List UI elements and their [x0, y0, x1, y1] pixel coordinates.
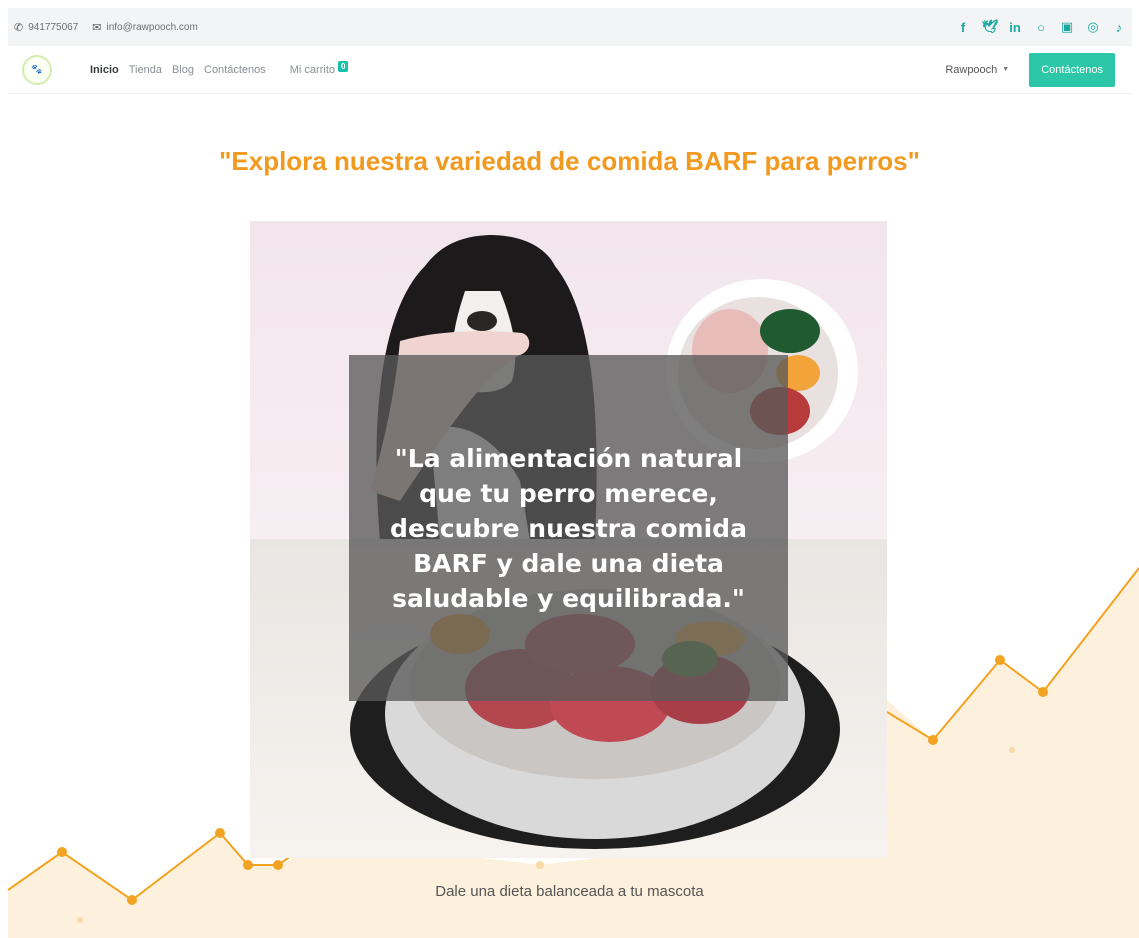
deco-faint-point	[536, 861, 544, 869]
social-links: f 🕊 in ○ ▣ ◎ ♪	[956, 19, 1126, 35]
cart-count-badge: 0	[338, 61, 349, 72]
caret-down-icon: ▼	[1002, 66, 1010, 73]
phone-icon: ✆	[14, 21, 24, 34]
deco-point	[273, 860, 283, 870]
deco-point	[928, 735, 938, 745]
nav-link-blog[interactable]: Blog	[172, 64, 194, 76]
envelope-icon: ✉	[92, 21, 102, 34]
nav-link-tienda[interactable]: Tienda	[129, 64, 162, 76]
twitter-icon[interactable]: 🕊	[982, 19, 999, 35]
brand-logo[interactable]: 🐾	[22, 54, 52, 85]
email-contact[interactable]: ✉ info@rawpooch.com	[92, 21, 198, 34]
deco-point	[1038, 687, 1048, 697]
dropdown-label: Rawpooch	[945, 63, 998, 76]
nav-links: Inicio Tienda Blog Contáctenos Mi carrit…	[90, 61, 349, 76]
deco-faint-point	[1009, 747, 1015, 753]
top-info-bar: ✆ 941775067 ✉ info@rawpooch.com f 🕊 in ○…	[8, 8, 1132, 46]
dog-logo-icon: 🐾	[31, 64, 43, 74]
linkedin-icon[interactable]: in	[1008, 20, 1022, 35]
phone-number: 941775067	[28, 21, 79, 33]
deco-point	[215, 828, 225, 838]
deco-point	[243, 860, 253, 870]
nav-link-inicio[interactable]: Inicio	[90, 64, 119, 76]
nav-link-cart[interactable]: Mi carrito 0	[289, 61, 349, 76]
instagram-icon[interactable]: ◎	[1086, 19, 1100, 35]
nav-right: Rawpooch ▼ Contáctenos	[945, 52, 1132, 87]
page-headline: "Explora nuestra variedad de comida BARF…	[219, 146, 920, 176]
github-icon[interactable]: ○	[1034, 20, 1048, 35]
deco-faint-point	[77, 917, 83, 923]
deco-point	[57, 847, 67, 857]
deco-point	[995, 655, 1005, 665]
rawpooch-dropdown[interactable]: Rawpooch ▼	[945, 64, 1009, 76]
cart-label: Mi carrito	[289, 63, 335, 76]
hero-caption: Dale una dieta balanceada a tu mascota	[435, 883, 704, 900]
facebook-icon[interactable]: f	[956, 20, 970, 35]
contact-button[interactable]: Contáctenos	[1029, 52, 1115, 87]
youtube-icon[interactable]: ▣	[1060, 19, 1074, 35]
email-address: info@rawpooch.com	[106, 21, 198, 33]
nav-link-contactenos[interactable]: Contáctenos	[204, 64, 266, 76]
deco-line-right	[886, 567, 1139, 742]
hero-quote: "La alimentación natural que tu perro me…	[390, 443, 747, 613]
hero-image: "La alimentación natural que tu perro me…	[250, 221, 887, 858]
tiktok-icon[interactable]: ♪	[1112, 20, 1126, 35]
phone-contact[interactable]: ✆ 941775067	[14, 21, 78, 34]
hero-quote-overlay: "La alimentación natural que tu perro me…	[349, 355, 788, 701]
main-navbar: 🐾 Inicio Tienda Blog Contáctenos Mi carr…	[8, 46, 1132, 94]
